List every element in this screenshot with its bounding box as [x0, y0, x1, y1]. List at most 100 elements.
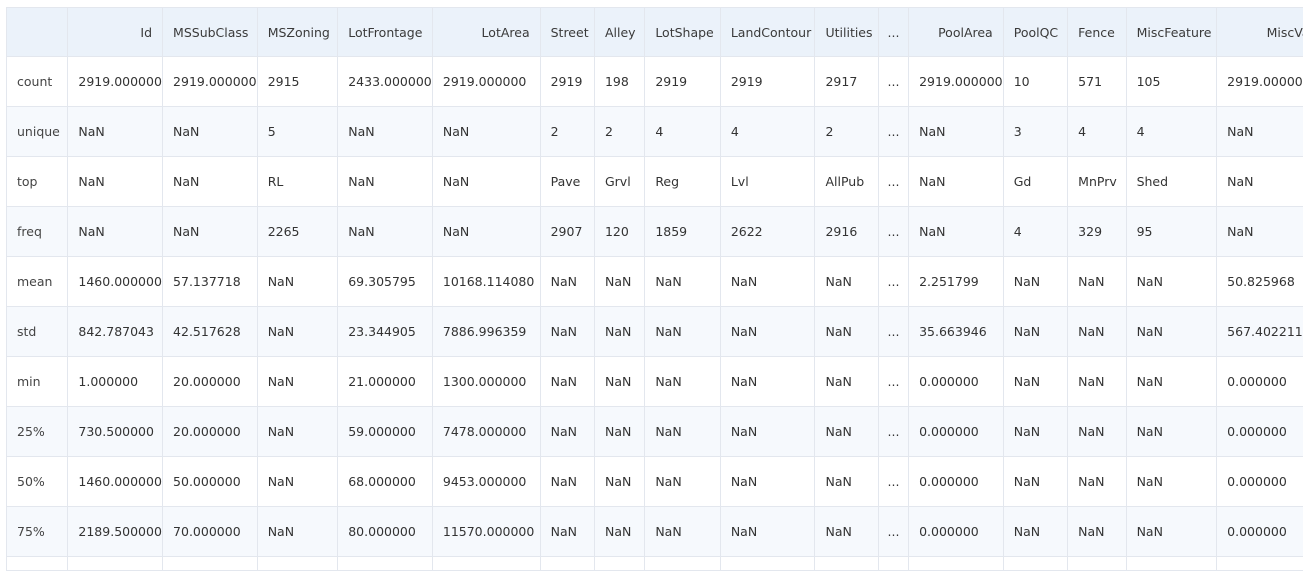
table-cell: NaN	[814, 456, 879, 507]
column-header-landcontour[interactable]: LandContour	[719, 7, 816, 57]
table-cell: ...	[877, 56, 910, 107]
table-cell: NaN	[719, 506, 816, 557]
table-row: unique NaN NaN 5 NaN NaN 2 2 4 4 2... NaN 3 4 4 NaN	[6, 106, 1303, 157]
column-header-mssubclass[interactable]: MSSubClass	[162, 7, 258, 57]
table-cell: 2622	[719, 206, 816, 257]
column-header-alley[interactable]: Alley	[593, 7, 646, 57]
table-cell: NaN	[1216, 106, 1303, 157]
table-cell: 50.000000	[162, 456, 258, 507]
table-cell	[644, 556, 721, 571]
table-cell: NaN	[1002, 306, 1069, 357]
column-header-utilities[interactable]: Utilities	[814, 7, 879, 57]
table-row: std 842.787043 42.517628 NaN 23.344905 7886.9…	[6, 306, 1303, 357]
table-cell: NaN	[539, 256, 595, 307]
table-cell: ...	[877, 456, 910, 507]
column-header-lotfrontage[interactable]: LotFrontage	[337, 7, 433, 57]
table-cell: 2919.000000	[67, 56, 164, 107]
table-cell: AllPub	[814, 156, 879, 207]
table-cell: NaN	[1125, 256, 1218, 307]
table-cell: 4	[1067, 106, 1127, 157]
table-cell: NaN	[593, 256, 646, 307]
table-cell: NaN	[1002, 456, 1069, 507]
table-cell: MnPrv	[1067, 156, 1127, 207]
table-cell: 2907	[539, 206, 595, 257]
column-header-lotarea[interactable]: LotArea	[431, 7, 541, 57]
table-cell: 50.825968	[1216, 256, 1303, 307]
column-header-miscval[interactable]: MiscVal	[1216, 7, 1303, 57]
table-cell: NaN	[1067, 406, 1127, 457]
row-index-label: unique	[6, 106, 69, 157]
table-cell: NaN	[719, 456, 816, 507]
table-cell: 2915	[256, 56, 339, 107]
table-cell: 11570.000000	[431, 506, 541, 557]
table-cell: 0.000000	[1216, 406, 1303, 457]
table-cell: NaN	[337, 206, 433, 257]
table-cell: ...	[877, 206, 910, 257]
table-cell: 20.000000	[162, 406, 258, 457]
table-cell: NaN	[67, 106, 164, 157]
table-cell: ...	[877, 256, 910, 307]
table-cell: NaN	[908, 106, 1004, 157]
table-cell: NaN	[539, 406, 595, 457]
describe-table: Id MSSubClass MSZoning LotFrontage LotAr…	[6, 7, 1303, 571]
column-header-lotshape[interactable]: LotShape	[644, 7, 721, 57]
table-row: 50% 1460.000000 50.000000 NaN 68.000000 9453.…	[6, 456, 1303, 507]
table-cell: NaN	[814, 506, 879, 557]
table-cell: 2919.000000	[162, 56, 258, 107]
table-cell: 4	[1002, 206, 1069, 257]
table-cell: 1300.000000	[431, 356, 541, 407]
table-row: 75% 2189.500000 70.000000 NaN 80.000000 11570…	[6, 506, 1303, 557]
column-header-poolarea[interactable]: PoolArea	[908, 7, 1004, 57]
table-cell: Grvl	[593, 156, 646, 207]
table-row: top NaN NaN RL NaN NaN Pave Grvl Reg Lvl AllPub...…	[6, 156, 1303, 207]
table-cell: 2919	[539, 56, 595, 107]
column-header-miscfeature[interactable]: MiscFeature	[1125, 7, 1218, 57]
table-cell: 105	[1125, 56, 1218, 107]
table-cell	[1002, 556, 1069, 571]
table-cell: NaN	[539, 356, 595, 407]
table-cell: NaN	[1216, 156, 1303, 207]
table-cell	[162, 556, 258, 571]
table-cell: NaN	[593, 506, 646, 557]
table-cell: Pave	[539, 156, 595, 207]
table-cell: 2919	[644, 56, 721, 107]
table-cell: NaN	[256, 506, 339, 557]
table-cell: 20.000000	[162, 356, 258, 407]
row-index-label: top	[6, 156, 69, 207]
row-index-label: 25%	[6, 406, 69, 457]
table-cell: ...	[877, 506, 910, 557]
column-header-ellipsis: ...	[877, 7, 910, 57]
table-cell: NaN	[1125, 506, 1218, 557]
table-cell: 35.663946	[908, 306, 1004, 357]
row-index-label: std	[6, 306, 69, 357]
table-cell: NaN	[431, 156, 541, 207]
table-cell: 0.000000	[1216, 506, 1303, 557]
table-cell: ...	[877, 406, 910, 457]
column-header-mszoning[interactable]: MSZoning	[256, 7, 339, 57]
table-cell	[256, 556, 339, 571]
table-cell: NaN	[908, 156, 1004, 207]
table-cell: ...	[877, 106, 910, 157]
table-cell: NaN	[1002, 356, 1069, 407]
table-cell: NaN	[337, 106, 433, 157]
table-cell: RL	[256, 156, 339, 207]
table-cell	[67, 556, 164, 571]
table-cell: NaN	[1125, 456, 1218, 507]
table-cell: 57.137718	[162, 256, 258, 307]
table-cell: 120	[593, 206, 646, 257]
table-cell: NaN	[1125, 406, 1218, 457]
table-cell: NaN	[539, 456, 595, 507]
table-cell: NaN	[644, 456, 721, 507]
table-cell: 1460.000000	[67, 256, 164, 307]
table-cell	[814, 556, 879, 571]
table-cell: 70.000000	[162, 506, 258, 557]
table-cell: 7886.996359	[431, 306, 541, 357]
table-cell: NaN	[719, 306, 816, 357]
table-cell: NaN	[644, 306, 721, 357]
table-cell: 68.000000	[337, 456, 433, 507]
table-cell: 4	[719, 106, 816, 157]
column-header-fence[interactable]: Fence	[1067, 7, 1127, 57]
column-header-id[interactable]: Id	[67, 7, 164, 57]
column-header-street[interactable]: Street	[539, 7, 595, 57]
column-header-poolqc[interactable]: PoolQC	[1002, 7, 1069, 57]
